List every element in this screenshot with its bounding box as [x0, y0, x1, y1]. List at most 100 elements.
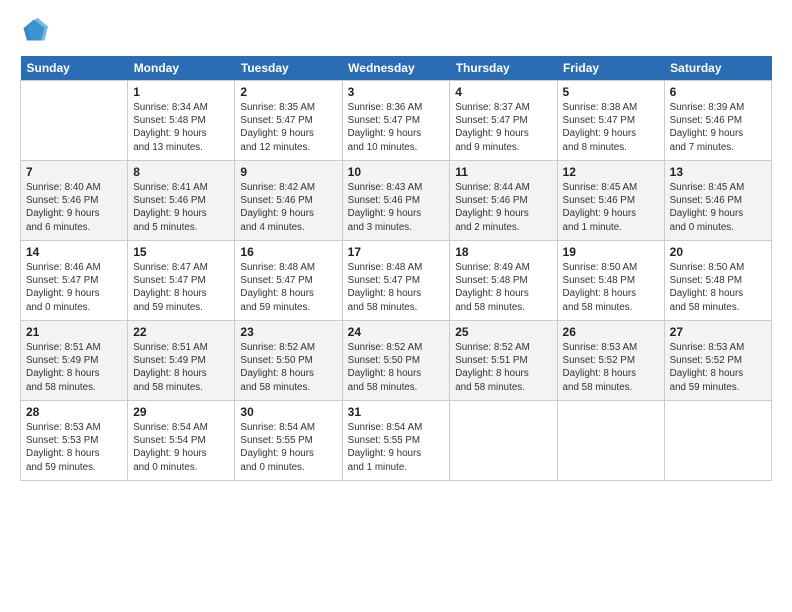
day-info: Sunrise: 8:54 AMSunset: 5:55 PMDaylight:…: [348, 421, 445, 474]
calendar-cell: 30 Sunrise: 8:54 AMSunset: 5:55 PMDayligh…: [235, 401, 342, 481]
day-info: Sunrise: 8:36 AMSunset: 5:47 PMDaylight:…: [348, 101, 445, 154]
calendar: SundayMondayTuesdayWednesdayThursdayFrid…: [20, 56, 772, 481]
day-info: Sunrise: 8:37 AMSunset: 5:47 PMDaylight:…: [455, 101, 551, 154]
day-info: Sunrise: 8:40 AMSunset: 5:46 PMDaylight:…: [26, 181, 122, 234]
day-number: 21: [26, 325, 122, 339]
calendar-cell: 20 Sunrise: 8:50 AMSunset: 5:48 PMDayligh…: [664, 241, 771, 321]
day-info: Sunrise: 8:53 AMSunset: 5:52 PMDaylight:…: [670, 341, 766, 394]
day-info: Sunrise: 8:54 AMSunset: 5:55 PMDaylight:…: [240, 421, 336, 474]
calendar-cell: 4Sunrise: 8:37 AMSunset: 5:47 PMDaylight…: [450, 81, 557, 161]
day-number: 5: [563, 85, 659, 99]
logo: [20, 16, 52, 44]
calendar-cell: 14 Sunrise: 8:46 AMSunset: 5:47 PMDayligh…: [21, 241, 128, 321]
day-info: Sunrise: 8:44 AMSunset: 5:46 PMDaylight:…: [455, 181, 551, 234]
day-number: 9: [240, 165, 336, 179]
calendar-cell: 21 Sunrise: 8:51 AMSunset: 5:49 PMDayligh…: [21, 321, 128, 401]
calendar-cell: 24 Sunrise: 8:52 AMSunset: 5:50 PMDayligh…: [342, 321, 450, 401]
calendar-header-thursday: Thursday: [450, 56, 557, 81]
day-info: Sunrise: 8:50 AMSunset: 5:48 PMDaylight:…: [563, 261, 659, 314]
day-number: 26: [563, 325, 659, 339]
day-number: 7: [26, 165, 122, 179]
calendar-header-wednesday: Wednesday: [342, 56, 450, 81]
week-row-5: 28Sunrise: 8:53 AMSunset: 5:53 PMDayligh…: [21, 401, 772, 481]
day-number: 22: [133, 325, 229, 339]
header: [20, 16, 772, 44]
calendar-cell: [557, 401, 664, 481]
week-row-1: 1 Sunrise: 8:34 AMSunset: 5:48 PMDaylight…: [21, 81, 772, 161]
calendar-cell: 22 Sunrise: 8:51 AMSunset: 5:49 PMDayligh…: [128, 321, 235, 401]
calendar-cell: 31 Sunrise: 8:54 AMSunset: 5:55 PMDayligh…: [342, 401, 450, 481]
calendar-cell: 13 Sunrise: 8:45 AMSunset: 5:46 PMDayligh…: [664, 161, 771, 241]
day-number: 12: [563, 165, 659, 179]
calendar-cell: 19 Sunrise: 8:50 AMSunset: 5:48 PMDayligh…: [557, 241, 664, 321]
calendar-cell: 29 Sunrise: 8:54 AMSunset: 5:54 PMDayligh…: [128, 401, 235, 481]
day-number: 29: [133, 405, 229, 419]
day-info: Sunrise: 8:34 AMSunset: 5:48 PMDaylight:…: [133, 101, 229, 154]
day-number: 23: [240, 325, 336, 339]
day-info: Sunrise: 8:53 AMSunset: 5:52 PMDaylight:…: [563, 341, 659, 394]
page: SundayMondayTuesdayWednesdayThursdayFrid…: [0, 0, 792, 612]
calendar-header-row: SundayMondayTuesdayWednesdayThursdayFrid…: [21, 56, 772, 81]
week-row-3: 14 Sunrise: 8:46 AMSunset: 5:47 PMDayligh…: [21, 241, 772, 321]
day-info: Sunrise: 8:53 AMSunset: 5:53 PMDaylight:…: [26, 421, 122, 474]
calendar-cell: 5 Sunrise: 8:38 AMSunset: 5:47 PMDaylight…: [557, 81, 664, 161]
day-info: Sunrise: 8:45 AMSunset: 5:46 PMDaylight:…: [670, 181, 766, 234]
calendar-cell: 9 Sunrise: 8:42 AMSunset: 5:46 PMDaylight…: [235, 161, 342, 241]
day-info: Sunrise: 8:46 AMSunset: 5:47 PMDaylight:…: [26, 261, 122, 314]
day-info: Sunrise: 8:42 AMSunset: 5:46 PMDaylight:…: [240, 181, 336, 234]
calendar-cell: 7 Sunrise: 8:40 AMSunset: 5:46 PMDaylight…: [21, 161, 128, 241]
day-number: 27: [670, 325, 766, 339]
day-info: Sunrise: 8:38 AMSunset: 5:47 PMDaylight:…: [563, 101, 659, 154]
calendar-cell: 6Sunrise: 8:39 AMSunset: 5:46 PMDaylight…: [664, 81, 771, 161]
calendar-cell: 18 Sunrise: 8:49 AMSunset: 5:48 PMDayligh…: [450, 241, 557, 321]
day-info: Sunrise: 8:52 AMSunset: 5:50 PMDaylight:…: [240, 341, 336, 394]
day-number: 30: [240, 405, 336, 419]
day-info: Sunrise: 8:54 AMSunset: 5:54 PMDaylight:…: [133, 421, 229, 474]
calendar-cell: 23 Sunrise: 8:52 AMSunset: 5:50 PMDayligh…: [235, 321, 342, 401]
day-info: Sunrise: 8:49 AMSunset: 5:48 PMDaylight:…: [455, 261, 551, 314]
calendar-header-monday: Monday: [128, 56, 235, 81]
calendar-cell: [450, 401, 557, 481]
calendar-cell: 16 Sunrise: 8:48 AMSunset: 5:47 PMDayligh…: [235, 241, 342, 321]
day-number: 3: [348, 85, 445, 99]
calendar-cell: 17 Sunrise: 8:48 AMSunset: 5:47 PMDayligh…: [342, 241, 450, 321]
day-number: 16: [240, 245, 336, 259]
day-info: Sunrise: 8:48 AMSunset: 5:47 PMDaylight:…: [240, 261, 336, 314]
day-number: 2: [240, 85, 336, 99]
day-info: Sunrise: 8:52 AMSunset: 5:50 PMDaylight:…: [348, 341, 445, 394]
day-info: Sunrise: 8:52 AMSunset: 5:51 PMDaylight:…: [455, 341, 551, 394]
day-number: 24: [348, 325, 445, 339]
calendar-header-saturday: Saturday: [664, 56, 771, 81]
calendar-cell: 28Sunrise: 8:53 AMSunset: 5:53 PMDayligh…: [21, 401, 128, 481]
day-number: 18: [455, 245, 551, 259]
day-number: 1: [133, 85, 229, 99]
calendar-cell: 1 Sunrise: 8:34 AMSunset: 5:48 PMDaylight…: [128, 81, 235, 161]
day-info: Sunrise: 8:51 AMSunset: 5:49 PMDaylight:…: [26, 341, 122, 394]
day-info: Sunrise: 8:35 AMSunset: 5:47 PMDaylight:…: [240, 101, 336, 154]
day-number: 17: [348, 245, 445, 259]
day-number: 8: [133, 165, 229, 179]
day-info: Sunrise: 8:41 AMSunset: 5:46 PMDaylight:…: [133, 181, 229, 234]
week-row-4: 21 Sunrise: 8:51 AMSunset: 5:49 PMDayligh…: [21, 321, 772, 401]
day-info: Sunrise: 8:47 AMSunset: 5:47 PMDaylight:…: [133, 261, 229, 314]
day-number: 25: [455, 325, 551, 339]
logo-icon: [20, 16, 48, 44]
calendar-cell: [21, 81, 128, 161]
day-info: Sunrise: 8:51 AMSunset: 5:49 PMDaylight:…: [133, 341, 229, 394]
calendar-header-sunday: Sunday: [21, 56, 128, 81]
calendar-header-tuesday: Tuesday: [235, 56, 342, 81]
calendar-cell: 2 Sunrise: 8:35 AMSunset: 5:47 PMDaylight…: [235, 81, 342, 161]
calendar-cell: 15 Sunrise: 8:47 AMSunset: 5:47 PMDayligh…: [128, 241, 235, 321]
day-number: 15: [133, 245, 229, 259]
day-number: 13: [670, 165, 766, 179]
day-number: 20: [670, 245, 766, 259]
day-number: 19: [563, 245, 659, 259]
day-info: Sunrise: 8:48 AMSunset: 5:47 PMDaylight:…: [348, 261, 445, 314]
calendar-cell: 3 Sunrise: 8:36 AMSunset: 5:47 PMDaylight…: [342, 81, 450, 161]
calendar-cell: 8 Sunrise: 8:41 AMSunset: 5:46 PMDaylight…: [128, 161, 235, 241]
day-info: Sunrise: 8:50 AMSunset: 5:48 PMDaylight:…: [670, 261, 766, 314]
calendar-cell: 12Sunrise: 8:45 AMSunset: 5:46 PMDayligh…: [557, 161, 664, 241]
day-number: 14: [26, 245, 122, 259]
calendar-cell: 25 Sunrise: 8:52 AMSunset: 5:51 PMDayligh…: [450, 321, 557, 401]
day-number: 31: [348, 405, 445, 419]
